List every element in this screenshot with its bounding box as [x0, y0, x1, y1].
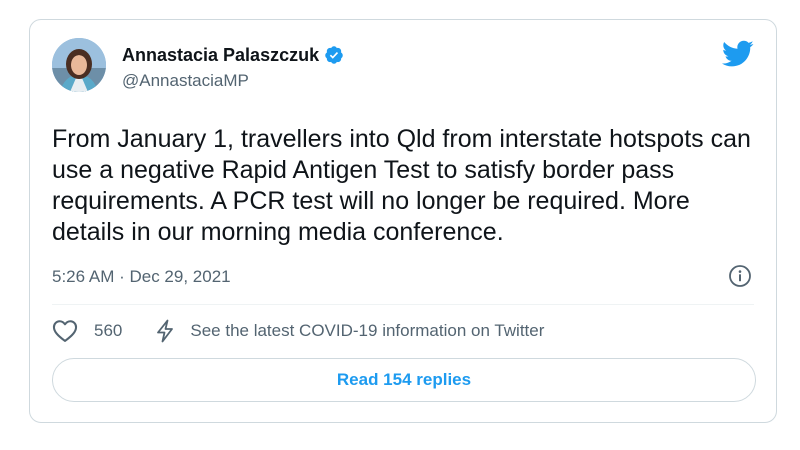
verified-badge-icon [324, 45, 344, 65]
like-count[interactable]: 560 [94, 320, 122, 342]
tweet-actions: 560 See the latest COVID-19 information … [52, 318, 544, 344]
author-name-row[interactable]: Annastacia Palaszczuk [122, 44, 344, 66]
avatar[interactable] [52, 38, 106, 92]
lightning-bolt-icon[interactable] [154, 319, 176, 343]
tweet-timestamp[interactable]: 5:26 AM · Dec 29, 2021 [52, 266, 231, 288]
covid-info-link[interactable]: See the latest COVID-19 information on T… [190, 320, 544, 342]
tweet-text: From January 1, travellers into Qld from… [52, 125, 751, 246]
divider [52, 304, 754, 305]
heart-icon[interactable] [52, 319, 78, 343]
tweet-card: Annastacia Palaszczuk @AnnastaciaMP From… [29, 19, 777, 423]
author-handle[interactable]: @AnnastaciaMP [122, 70, 249, 92]
author-display-name[interactable]: Annastacia Palaszczuk [122, 44, 319, 66]
read-replies-button[interactable]: Read 154 replies [52, 358, 756, 402]
twitter-bird-icon[interactable] [721, 40, 754, 68]
info-icon[interactable] [728, 264, 752, 288]
